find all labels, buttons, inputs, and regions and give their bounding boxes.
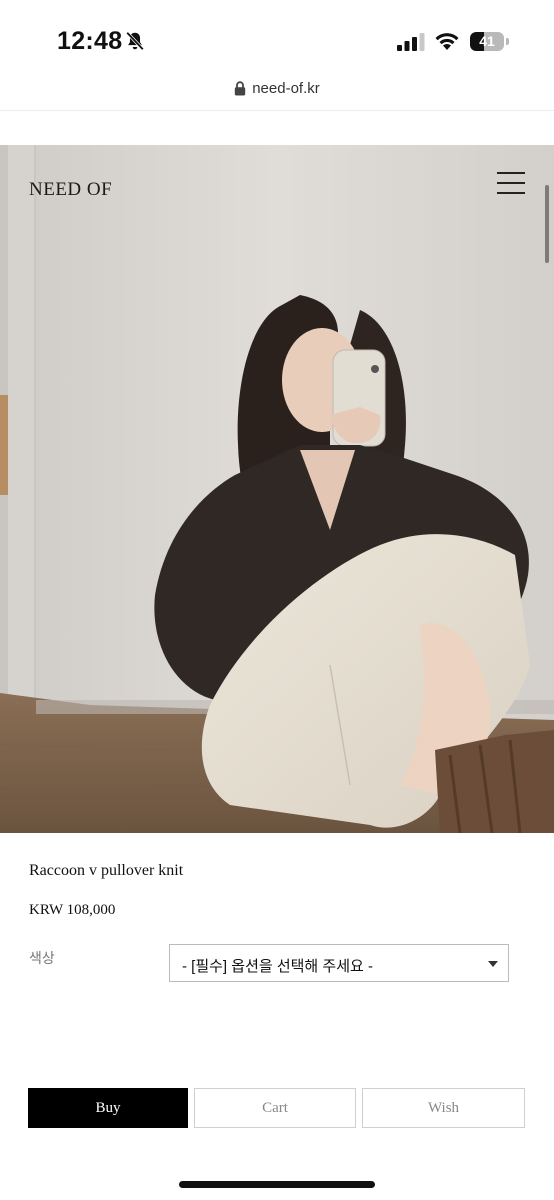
lock-icon	[235, 81, 246, 96]
product-hero-image: NEED OF	[0, 145, 554, 833]
wifi-icon	[435, 33, 459, 50]
browser-url-bar[interactable]: need-of.kr	[0, 78, 554, 110]
product-name: Raccoon v pullover knit	[29, 862, 184, 879]
home-indicator[interactable]	[179, 1181, 375, 1188]
url-bar-divider	[0, 110, 554, 111]
color-option-value: - [필수] 옵션을 선택해 주세요 -	[182, 958, 373, 975]
chevron-down-icon	[488, 961, 498, 967]
url-text: need-of.kr	[252, 80, 320, 97]
battery-icon: 41	[470, 32, 510, 51]
color-option-label: 색상	[29, 950, 55, 966]
battery-level-text: 41	[479, 33, 495, 49]
buy-button[interactable]: Buy	[28, 1088, 188, 1128]
status-bar: 12:48 41	[0, 0, 554, 78]
brand-logo[interactable]: NEED OF	[29, 179, 112, 201]
bell-muted-icon	[126, 31, 144, 51]
product-photo-illustration	[0, 145, 554, 833]
hamburger-menu-icon[interactable]	[496, 172, 526, 196]
cellular-signal-icon	[397, 33, 425, 51]
page-scrollbar[interactable]	[545, 185, 549, 263]
color-option-select[interactable]: - [필수] 옵션을 선택해 주세요 -	[169, 944, 509, 982]
clock-time: 12:48	[57, 27, 123, 55]
cart-button[interactable]: Cart	[194, 1088, 356, 1128]
product-price: KRW 108,000	[29, 902, 116, 918]
wish-button[interactable]: Wish	[362, 1088, 525, 1128]
